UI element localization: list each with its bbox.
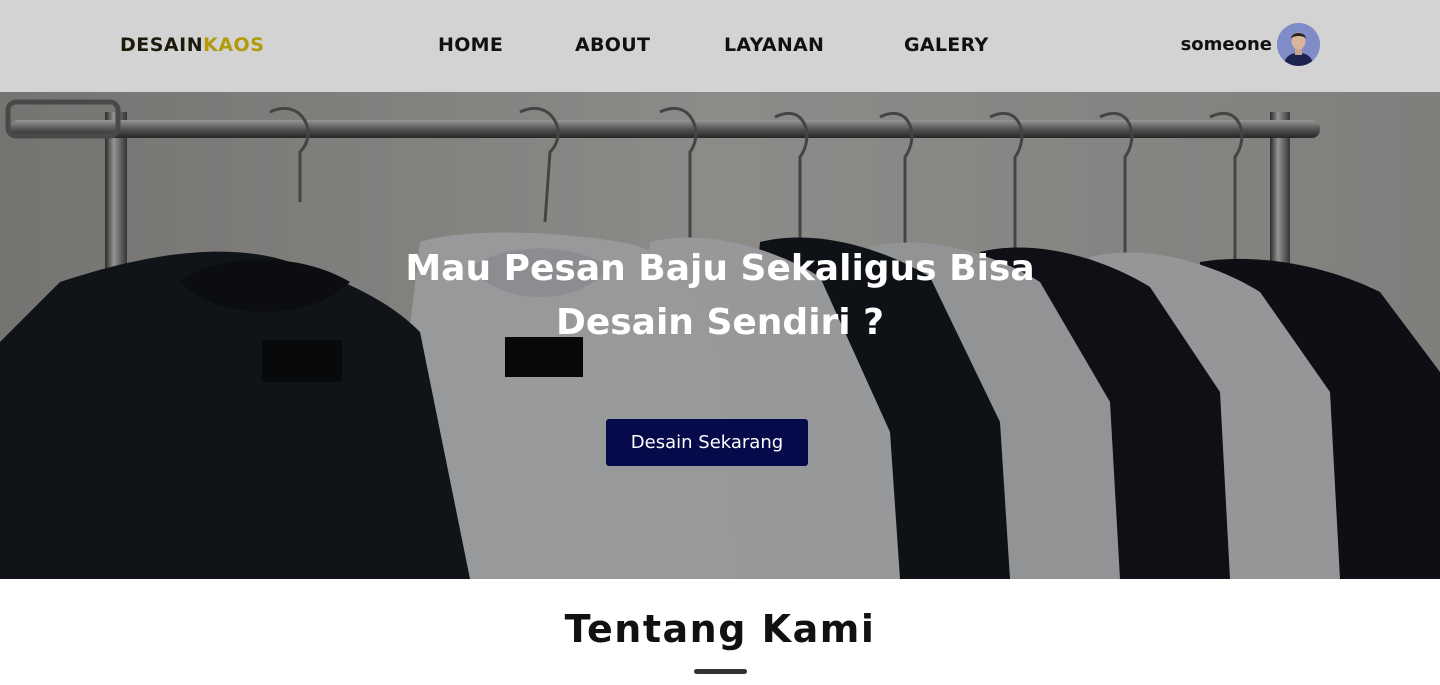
user-name: someone [1180,34,1272,55]
brand-logo[interactable]: DESAINKAOS [120,33,264,57]
brand-text-part1: DESAIN [120,34,204,56]
nav-galery[interactable]: GALERY [904,33,989,57]
about-section-title: Tentang Kami [564,607,876,651]
avatar[interactable] [1277,23,1320,66]
hero-title-line1: Mau Pesan Baju Sekaligus Bisa [405,248,1035,289]
avatar-photo-icon [1277,23,1320,66]
nav-home[interactable]: HOME [438,33,503,57]
nav-about[interactable]: ABOUT [575,33,650,57]
user-menu[interactable]: someone [1181,23,1320,66]
title-underline-divider [694,669,747,674]
hero-section: Mau Pesan Baju Sekaligus Bisa Desain Sen… [0,92,1440,579]
navbar: DESAINKAOS HOME ABOUT LAYANAN GALERY som… [0,0,1440,92]
nav-layanan[interactable]: LAYANAN [724,33,824,57]
brand-text-part2: KAOS [203,34,265,56]
hero-title-line2: Desain Sendiri ? [555,302,885,343]
hero-title: Mau Pesan Baju Sekaligus Bisa Desain Sen… [370,242,1070,350]
desain-sekarang-button[interactable]: Desain Sekarang [606,419,808,466]
